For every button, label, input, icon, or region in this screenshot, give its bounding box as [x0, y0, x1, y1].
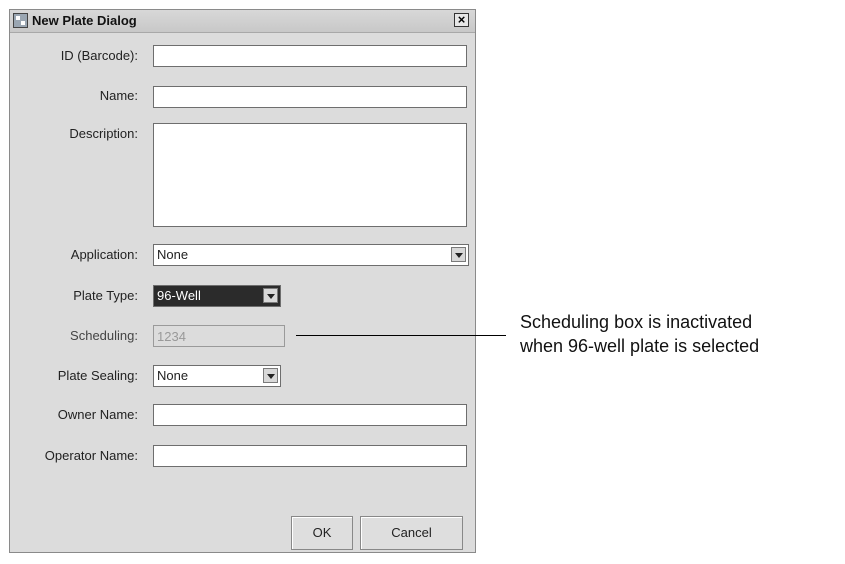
id-barcode-label: ID (Barcode):	[60, 48, 138, 63]
owner-name-input[interactable]	[153, 404, 467, 426]
description-label: Description:	[69, 126, 138, 141]
close-button[interactable]: ×	[454, 13, 469, 27]
ok-button[interactable]: OK	[291, 516, 353, 550]
application-dropdown[interactable]: None	[153, 244, 469, 266]
plate-type-label: Plate Type:	[73, 288, 138, 303]
new-plate-dialog: New Plate Dialog × ID (Barcode): Name: D…	[9, 9, 476, 553]
owner-name-label: Owner Name:	[57, 407, 138, 422]
scheduling-input	[153, 325, 285, 347]
operator-name-input[interactable]	[153, 445, 467, 467]
plate-type-dropdown[interactable]: 96-Well	[153, 285, 281, 307]
callout-line-1: Scheduling box is inactivated	[520, 312, 753, 332]
application-value: None	[157, 247, 189, 262]
callout-line	[296, 335, 506, 336]
name-label: Name:	[99, 88, 138, 103]
description-textarea[interactable]	[153, 123, 467, 227]
callout-line-2: when 96-well plate is selected	[520, 336, 760, 356]
chevron-down-icon[interactable]	[263, 368, 278, 383]
scheduling-label: Scheduling:	[70, 328, 138, 343]
name-input[interactable]	[153, 86, 467, 108]
title-bar[interactable]: New Plate Dialog ×	[10, 10, 475, 33]
operator-name-label: Operator Name:	[44, 448, 138, 463]
dialog-title: New Plate Dialog	[32, 13, 137, 28]
chevron-down-icon[interactable]	[263, 288, 278, 303]
app-icon	[13, 13, 28, 28]
plate-sealing-value: None	[157, 368, 189, 383]
id-barcode-input[interactable]	[153, 45, 467, 67]
plate-type-value: 96-Well	[157, 288, 201, 303]
application-label: Application:	[70, 247, 138, 262]
plate-sealing-dropdown[interactable]: None	[153, 365, 281, 387]
cancel-button[interactable]: Cancel	[360, 516, 463, 550]
callout-text: Scheduling box is inactivated when 96-we…	[520, 310, 759, 358]
plate-sealing-label: Plate Sealing:	[57, 368, 138, 383]
chevron-down-icon[interactable]	[451, 247, 466, 262]
